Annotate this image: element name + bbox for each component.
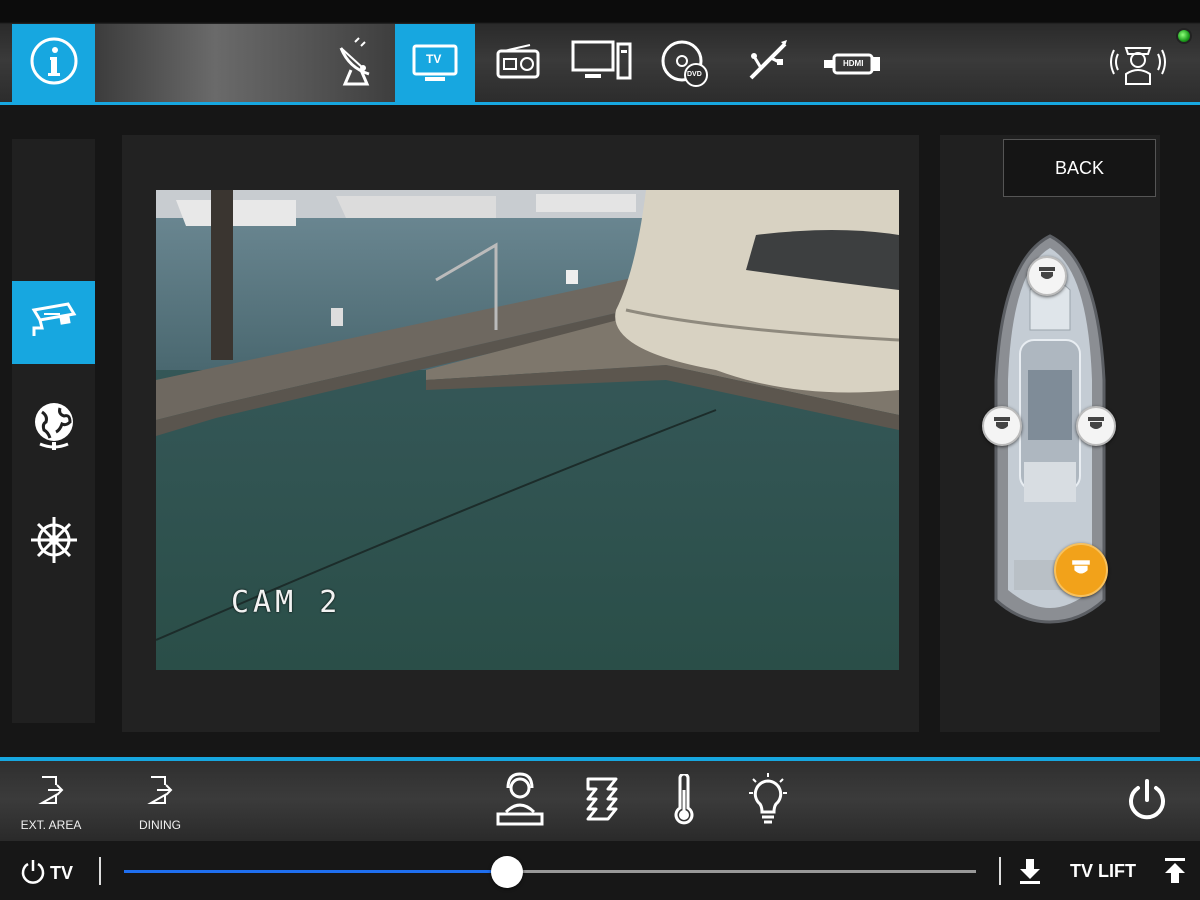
camera-marker-starboard[interactable] [1076, 406, 1116, 446]
volume-slider-knob[interactable] [491, 856, 524, 888]
room-ext-area-button[interactable]: EXT. AREA [6, 775, 96, 835]
volume-slider[interactable] [124, 856, 976, 888]
dvd-button[interactable]: DVD [645, 24, 725, 103]
satellite-dish-icon [333, 36, 377, 91]
tv-lift-bar: TV TV LIFT [0, 841, 1200, 900]
ship-wheel-icon [29, 515, 79, 570]
info-icon [29, 36, 79, 91]
radio-icon [496, 43, 540, 84]
crew-call-icon [1110, 34, 1166, 93]
side-nav-navigation[interactable] [12, 501, 95, 584]
tv-power-button[interactable]: TV [20, 858, 73, 889]
crew-call-button[interactable] [1098, 24, 1178, 103]
lighting-button[interactable] [736, 771, 800, 833]
room-ext-area-label: EXT. AREA [20, 818, 82, 832]
bottom-accent-strip [0, 757, 1200, 761]
climate-button[interactable] [652, 771, 716, 833]
camera-marker-stern[interactable] [1054, 543, 1108, 597]
dvd-label: DVD [687, 70, 702, 78]
dome-camera-icon [1037, 266, 1057, 287]
info-button[interactable] [12, 24, 95, 103]
back-button[interactable]: BACK [1003, 139, 1156, 197]
pc-button[interactable] [562, 24, 642, 103]
camera-view-panel: CAM 2 [122, 135, 919, 732]
hdmi-button[interactable]: HDMI [812, 24, 892, 103]
crew-station-icon [492, 771, 548, 833]
thermometer-icon [672, 772, 696, 831]
tv-lift-up-button[interactable] [1160, 856, 1190, 886]
door-exit-icon [147, 775, 173, 810]
room-dining-label: DINING [139, 818, 181, 832]
camera-feed[interactable]: CAM 2 [156, 190, 899, 670]
divider [999, 857, 1001, 885]
usb-button[interactable] [728, 24, 808, 103]
apple-tv-label: TV [426, 51, 442, 66]
camera-map-panel: BACK [940, 135, 1160, 732]
hdmi-icon: HDMI [822, 52, 882, 76]
hdmi-label: HDMI [843, 58, 864, 68]
desktop-computer-icon [571, 40, 633, 87]
camera-overlay-label: CAM 2 [231, 585, 342, 620]
globe-icon [30, 400, 78, 457]
dome-camera-icon [1086, 416, 1106, 437]
main-area: CAM 2 BACK [0, 105, 1200, 757]
top-navigation-bar: TV DVD HDMI [0, 0, 1200, 105]
side-nav-globe[interactable] [12, 387, 95, 470]
system-power-button[interactable] [1117, 777, 1177, 827]
camera-marker-bow[interactable] [1027, 256, 1067, 296]
power-icon [20, 858, 46, 889]
tv-power-label: TV [50, 863, 74, 883]
blinds-icon [582, 775, 622, 830]
apple-tv-button[interactable]: TV [395, 24, 475, 103]
status-indicator [1176, 28, 1192, 44]
tv-lift-down-button[interactable] [1015, 856, 1045, 886]
door-exit-icon [38, 775, 64, 810]
radio-button[interactable] [478, 24, 558, 103]
light-bulb-icon [743, 772, 793, 832]
volume-slider-fill [124, 870, 508, 873]
side-nav-cameras[interactable] [12, 281, 95, 364]
divider [99, 857, 101, 885]
arrow-up-icon [1160, 858, 1190, 890]
power-icon [1126, 778, 1168, 827]
room-bar: EXT. AREA DINING [0, 757, 1200, 841]
dome-camera-icon [1070, 559, 1092, 582]
tv-lift-label: TV LIFT [1070, 861, 1136, 881]
yacht-deck-plan [980, 230, 1120, 625]
crew-station-button[interactable] [488, 771, 552, 833]
camera-marker-port[interactable] [982, 406, 1022, 446]
blinds-button[interactable] [570, 771, 634, 833]
arrow-down-icon [1015, 859, 1045, 890]
dvd-icon: DVD [660, 39, 710, 89]
room-dining-button[interactable]: DINING [115, 775, 205, 835]
side-navigation [12, 139, 95, 723]
apple-tv-icon: TV [411, 43, 459, 85]
usb-icon [745, 38, 791, 89]
satellite-tv-button[interactable] [315, 24, 395, 103]
security-camera-icon [30, 300, 78, 345]
dome-camera-icon [992, 416, 1012, 437]
